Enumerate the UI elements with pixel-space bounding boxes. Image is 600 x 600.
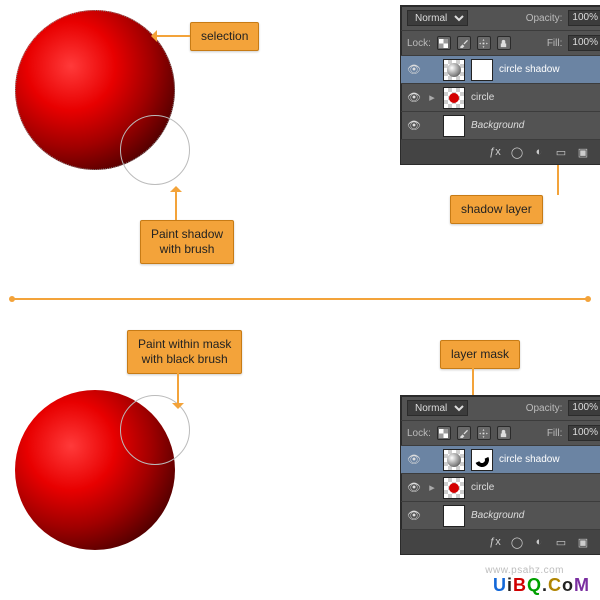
group-icon[interactable]: ▭ [553, 144, 569, 160]
eye-icon[interactable]: 👁 [407, 509, 421, 522]
layer-thumb [443, 477, 465, 499]
eye-icon[interactable]: 👁 [407, 119, 421, 132]
layer-row-circle[interactable]: 👁 ▸ circle [401, 474, 600, 502]
blend-mode-select[interactable]: Normal [407, 400, 468, 416]
eye-icon[interactable]: 👁 [407, 453, 421, 466]
mask-icon[interactable]: ◯ [509, 144, 525, 160]
callout-paint-mask: Paint within mask with black brush [127, 330, 242, 374]
layer-row-background[interactable]: 👁 Background [401, 112, 600, 140]
new-layer-icon[interactable]: ▣ [575, 144, 591, 160]
arrow-paint-mask [177, 365, 179, 405]
new-layer-icon[interactable]: ▣ [575, 534, 591, 550]
layer-row-circle[interactable]: 👁 ▸ circle [401, 84, 600, 112]
callout-shadow-layer: shadow layer [450, 195, 543, 224]
fill-value[interactable]: 100% [568, 425, 600, 441]
layer-row-circle-shadow[interactable]: 👁 circle shadow [401, 56, 600, 84]
blend-mode-select[interactable]: Normal [407, 10, 468, 26]
lp-lock-row: Lock: Fill: 100% ▾ [401, 31, 600, 56]
eye-icon[interactable]: 👁 [407, 63, 421, 76]
lp-blend-row: Normal Opacity: 100% ▾ [401, 6, 600, 31]
arrow-paint-shadow [175, 190, 177, 220]
lock-all-icon[interactable] [497, 36, 511, 50]
lp-footer: ƒx ◯ ◐ ▭ ▣ 🗑 [401, 140, 600, 164]
lock-brush-icon[interactable] [457, 36, 471, 50]
fx-icon[interactable]: ƒx [487, 534, 503, 550]
fx-icon[interactable]: ƒx [487, 144, 503, 160]
layer-name: Background [471, 120, 524, 131]
layer-thumb [443, 505, 465, 527]
opacity-label: Opacity: [526, 403, 563, 414]
brush-cursor-top [120, 115, 190, 185]
layer-thumb [443, 87, 465, 109]
callout-layer-mask: layer mask [440, 340, 520, 369]
layer-name: circle [471, 482, 494, 493]
lock-label: Lock: [407, 38, 431, 49]
chevron-right-icon[interactable]: ▸ [427, 481, 437, 494]
mask-thumb [471, 449, 493, 471]
lp-footer: ƒx ◯ ◐ ▭ ▣ 🗑 [401, 530, 600, 554]
lock-move-icon[interactable] [477, 426, 491, 440]
section-divider [12, 298, 588, 300]
layers-panel-top: Normal Opacity: 100% ▾ Lock: Fill: 100% … [400, 5, 600, 165]
lock-move-icon[interactable] [477, 36, 491, 50]
layer-thumb [443, 59, 465, 81]
adjustment-icon[interactable]: ◐ [531, 534, 547, 550]
lock-transparent-icon[interactable] [437, 426, 451, 440]
mask-thumb [471, 59, 493, 81]
layers-panel-bottom: Normal Opacity: 100% ▾ Lock: Fill: 100% … [400, 395, 600, 555]
layer-row-circle-shadow[interactable]: 👁 circle shadow [401, 446, 600, 474]
callout-selection: selection [190, 22, 259, 51]
chevron-right-icon[interactable]: ▸ [427, 91, 437, 104]
lock-brush-icon[interactable] [457, 426, 471, 440]
eye-icon[interactable]: 👁 [407, 481, 421, 494]
layer-thumb [443, 449, 465, 471]
adjustment-icon[interactable]: ◐ [531, 144, 547, 160]
layer-name: circle shadow [499, 454, 560, 465]
opacity-value[interactable]: 100% [568, 10, 600, 26]
layer-name: Background [471, 510, 524, 521]
lp-lock-row: Lock: Fill: 100% ▾ [401, 421, 600, 446]
fill-label: Fill: [547, 38, 563, 49]
layer-name: circle shadow [499, 64, 560, 75]
lock-all-icon[interactable] [497, 426, 511, 440]
layer-row-background[interactable]: 👁 Background [401, 502, 600, 530]
fill-label: Fill: [547, 428, 563, 439]
callout-paint-shadow: Paint shadow with brush [140, 220, 234, 264]
eye-icon[interactable]: 👁 [407, 91, 421, 104]
layer-thumb [443, 115, 465, 137]
lp-blend-row: Normal Opacity: 100% ▾ [401, 396, 600, 421]
lock-label: Lock: [407, 428, 431, 439]
arrow-selection [155, 35, 190, 37]
layer-name: circle [471, 92, 494, 103]
watermark-brand: UiBQ.CoM [493, 575, 590, 596]
opacity-label: Opacity: [526, 13, 563, 24]
lock-transparent-icon[interactable] [437, 36, 451, 50]
opacity-value[interactable]: 100% [568, 400, 600, 416]
mask-icon[interactable]: ◯ [509, 534, 525, 550]
fill-value[interactable]: 100% [568, 35, 600, 51]
group-icon[interactable]: ▭ [553, 534, 569, 550]
